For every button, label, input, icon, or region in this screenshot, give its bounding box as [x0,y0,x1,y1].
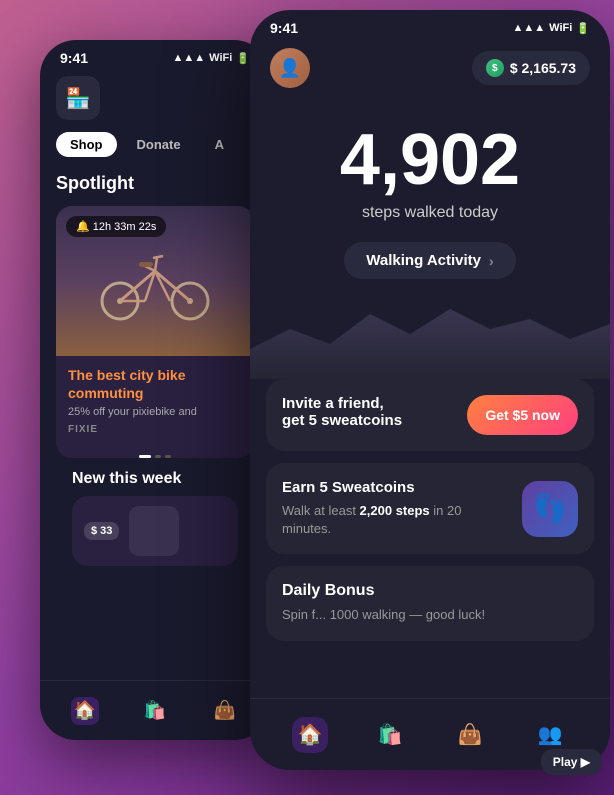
daily-bonus-card: Daily Bonus Spin f... 1000 walking — goo… [266,566,594,640]
mountain-background [250,299,610,379]
nav-home[interactable]: 🏠 [71,697,99,725]
walking-activity-label: Walking Activity [366,252,481,269]
cards-container: Invite a friend, get 5 sweatcoins Get $5… [250,379,610,641]
chevron-right-icon: › [489,253,494,269]
sweat-coin-icon: $ [486,59,504,77]
avatar[interactable]: 👤 [270,48,310,88]
phone-front: 9:41 ▲▲▲ WiFi 🔋 👤 $ $ 2,165.73 4,902 ste… [250,10,610,770]
nav-extra[interactable]: 👜 [211,697,239,725]
front-nav-wallet[interactable]: 👜 [452,717,488,753]
nav-shop[interactable]: 🛍️ [141,697,169,725]
card-timer: 🔔 12h 33m 22s [66,216,166,237]
mountain-svg [250,299,610,379]
earn-description: Walk at least 2,200 steps in 20 minutes. [282,502,510,538]
card-dots [56,455,254,458]
walking-activity-button[interactable]: Walking Activity › [344,242,515,279]
card-content: The best city bike commuting 25% off you… [56,356,254,447]
steps-section: 4,902 steps walked today Walking Activit… [250,104,610,309]
tab-shop[interactable]: Shop [56,132,117,157]
phone-back: 9:41 ▲▲▲ WiFi 🔋 🏪 Shop Donate A Spotligh… [40,40,270,740]
daily-title: Daily Bonus [282,582,578,600]
spotlight-card: 🔔 12h 33m 22s [56,206,254,458]
back-header: 🏪 Shop Donate A Spotlight 🔔 12h 33m 22s [40,72,270,576]
steps-count: 4,902 [270,124,590,196]
tab-more[interactable]: A [201,132,238,157]
bike-illustration [95,236,215,326]
get-now-button[interactable]: Get $5 now [467,395,578,435]
back-status-icons: ▲▲▲ WiFi 🔋 [173,52,251,65]
spotlight-title: Spotlight [56,173,254,194]
front-nav-home[interactable]: 🏠 [292,717,328,753]
front-header: 👤 $ $ 2,165.73 [250,42,610,104]
invite-card-text: Invite a friend, get 5 sweatcoins [282,395,402,435]
card-subtitle: 25% off your pixiebike and [68,406,242,418]
balance-value: $ 2,165.73 [510,60,576,76]
front-status-icons: ▲▲▲ WiFi 🔋 [513,22,591,35]
new-card-price: $ 33 [84,522,119,540]
play-button[interactable]: Play ▶ [541,749,602,775]
balance-pill: $ $ 2,165.73 [472,51,590,85]
invite-card: Invite a friend, get 5 sweatcoins Get $5… [266,379,594,451]
tab-donate[interactable]: Donate [123,132,195,157]
front-status-bar: 9:41 ▲▲▲ WiFi 🔋 [250,10,610,42]
new-card-image [129,506,179,556]
daily-description: Spin f... 1000 walking — good luck! [282,606,578,624]
steps-label: steps walked today [270,204,590,222]
back-tabs: Shop Donate A [56,132,254,157]
earn-title: Earn 5 Sweatcoins [282,479,510,496]
invite-title: Invite a friend, get 5 sweatcoins [282,395,402,429]
front-nav-people[interactable]: 👥 [532,717,568,753]
new-this-week-title: New this week [56,458,254,496]
front-nav-shop[interactable]: 🛍️ [372,717,408,753]
app-icon: 🏪 [56,76,100,120]
back-time: 9:41 [60,50,88,66]
earn-icon: 👣 [522,481,578,537]
front-time: 9:41 [270,20,298,36]
card-brand: FIXIE [68,424,242,435]
back-bottom-nav: 🏠 🛍️ 👜 [40,680,270,740]
earn-card-text: Earn 5 Sweatcoins Walk at least 2,200 st… [282,479,510,538]
card-title: The best city bike commuting [68,366,242,402]
earn-card: Earn 5 Sweatcoins Walk at least 2,200 st… [266,463,594,554]
new-card: $ 33 [72,496,238,566]
back-status-bar: 9:41 ▲▲▲ WiFi 🔋 [40,40,270,72]
